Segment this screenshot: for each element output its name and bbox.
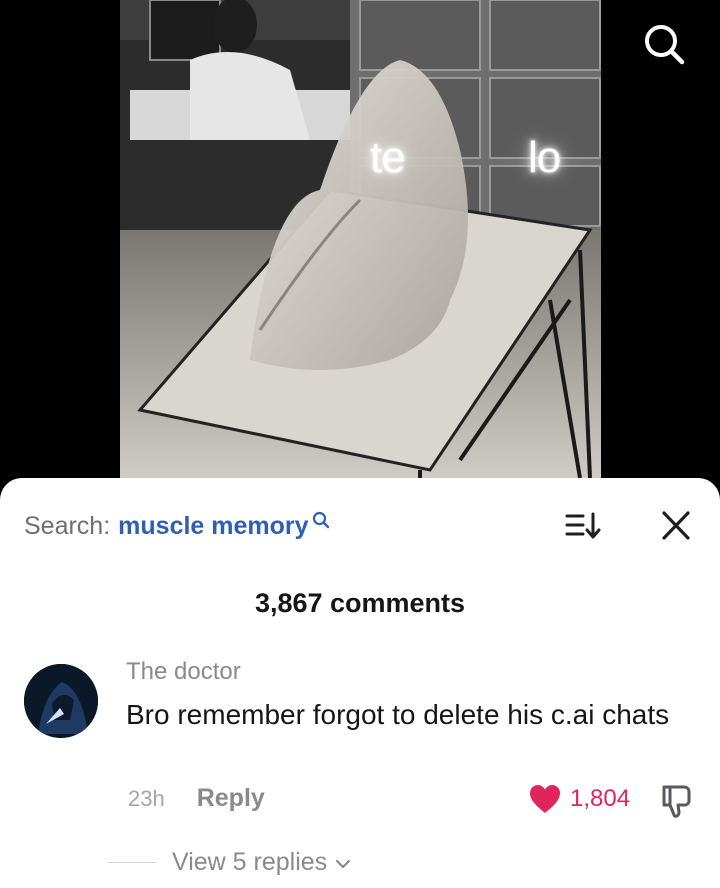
thumbs-down-icon[interactable]	[656, 783, 696, 819]
comments-panel: Search: muscle memory 3,867 comments The…	[0, 478, 720, 888]
search-term-link[interactable]: muscle memory	[118, 512, 308, 541]
search-icon	[312, 511, 330, 529]
comment-timestamp: 23h	[128, 785, 165, 811]
search-suggestion[interactable]: Search: muscle memory	[24, 508, 330, 544]
like-count: 1,804	[570, 785, 631, 812]
comment-count: 3,867 comments	[254, 588, 466, 618]
sort-icon[interactable]	[563, 508, 603, 544]
video-player[interactable]: te lo	[0, 0, 720, 490]
comment-username[interactable]: The doctor	[126, 658, 241, 686]
reply-button[interactable]: Reply	[197, 784, 265, 813]
overlay-caption-right: lo	[528, 133, 561, 182]
replies-divider	[108, 862, 156, 863]
close-icon[interactable]	[657, 508, 695, 544]
avatar[interactable]	[24, 664, 98, 738]
comment-meta: 23h Reply	[128, 784, 265, 813]
chevron-down-icon	[335, 857, 351, 869]
video-scene	[120, 0, 601, 478]
video-frame[interactable]: te lo	[120, 0, 601, 478]
overlay-caption-left: te	[370, 133, 406, 182]
heart-icon	[528, 783, 562, 815]
search-prefix: Search:	[24, 511, 111, 540]
view-replies-button[interactable]: View 5 replies	[108, 848, 351, 877]
like-button[interactable]: 1,804	[528, 783, 630, 815]
view-replies-label: View 5 replies	[172, 848, 328, 876]
comment-text: Bro remember forgot to delete his c.ai c…	[126, 699, 670, 730]
search-icon[interactable]	[640, 20, 688, 68]
